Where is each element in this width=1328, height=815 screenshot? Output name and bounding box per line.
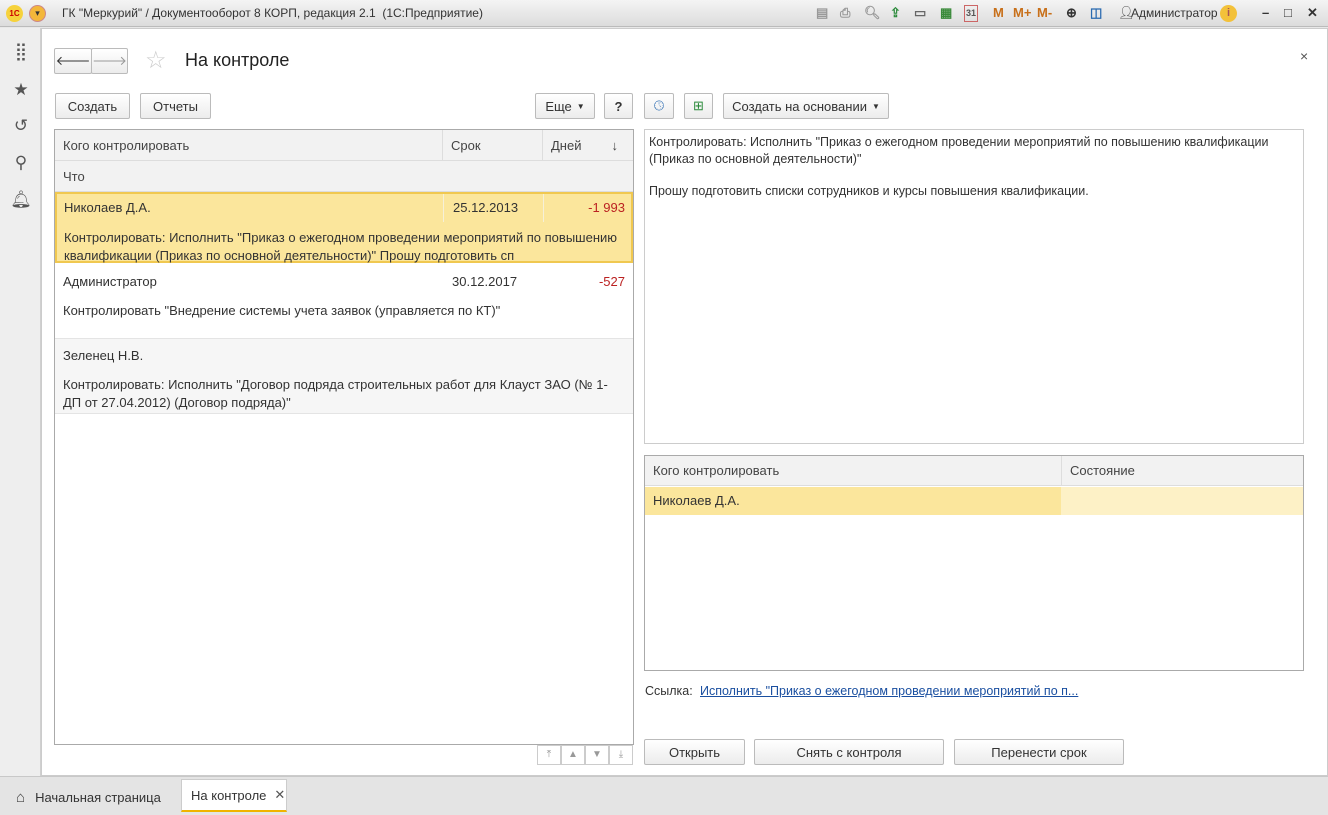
row-who: Администратор: [63, 274, 157, 289]
row-deadline: 30.12.2017: [452, 274, 518, 289]
scroll-bottom-icon[interactable]: ⤓: [609, 745, 633, 765]
dropdown-arrow-icon: ▼: [576, 101, 585, 111]
scroll-down-icon[interactable]: ▼: [585, 745, 609, 765]
table-row[interactable]: Зеленец Н.В. Контролировать: Исполнить "…: [55, 339, 633, 414]
add-linked-button[interactable]: ⊞: [684, 93, 713, 119]
column-header-deadline[interactable]: Срок: [443, 130, 543, 161]
main-menu-icon[interactable]: ▾: [29, 5, 46, 22]
tab-on-control[interactable]: На контроле ✕: [181, 779, 287, 812]
detail-text-2: Прошу подготовить списки сотрудников и к…: [649, 184, 1089, 198]
search-icon[interactable]: ⚲: [10, 153, 32, 175]
minimize-icon[interactable]: –: [1262, 5, 1269, 22]
row-what: Контролировать "Внедрение системы учета …: [63, 303, 501, 318]
user-name[interactable]: Администратор: [1131, 6, 1218, 20]
row-days: -1 993: [588, 200, 625, 215]
more-button[interactable]: Еще ▼: [535, 93, 595, 119]
link-label: Ссылка:: [645, 684, 693, 698]
scroll-up-icon[interactable]: ▲: [561, 745, 585, 765]
row-what: Контролировать: Исполнить "Договор подря…: [63, 377, 608, 410]
postpone-button[interactable]: Перенести срок: [954, 739, 1124, 765]
row-who: Николаев Д.А.: [645, 487, 1061, 515]
column-header-state[interactable]: Состояние: [1062, 456, 1303, 486]
tab-home[interactable]: ⌂ Начальная страница: [8, 783, 169, 811]
close-form-icon[interactable]: ×: [1300, 48, 1308, 64]
calendar-icon[interactable]: 31: [964, 5, 978, 22]
detail-text-area[interactable]: Контролировать: Исполнить "Приказ о ежег…: [644, 129, 1304, 444]
more-label: Еще: [545, 98, 572, 114]
copy-link-icon[interactable]: ▭: [914, 5, 926, 22]
memory-plus-button[interactable]: M+: [1013, 5, 1031, 22]
row-who: Зеленец Н.В.: [63, 348, 144, 363]
create-based-on-button[interactable]: Создать на основании ▼: [723, 93, 889, 119]
help-button[interactable]: ?: [604, 93, 633, 119]
table-row[interactable]: Николаев Д.А.: [645, 487, 1303, 515]
notifications-bell-icon[interactable]: 🔔︎: [10, 190, 32, 212]
save-icon[interactable]: ▤: [816, 5, 828, 22]
row-days: -527: [598, 274, 625, 289]
favorite-star-icon[interactable]: ☆: [145, 46, 167, 75]
table-row[interactable]: Николаев Д.А. 25.12.2013 -1 993 Контроли…: [55, 192, 633, 263]
reports-button[interactable]: Отчеты: [140, 93, 211, 119]
print-icon[interactable]: ⎙: [840, 5, 850, 22]
row-what: Контролировать: Исполнить "Приказ о ежег…: [64, 230, 618, 263]
days-label: Дней: [551, 137, 582, 153]
close-window-icon[interactable]: ✕: [1307, 5, 1318, 22]
tab-on-control-label: На контроле: [191, 787, 267, 803]
create-button[interactable]: Создать: [55, 93, 130, 119]
controllers-table[interactable]: Кого контролировать Состояние Николаев Д…: [644, 455, 1304, 671]
close-tab-icon[interactable]: ✕: [274, 787, 285, 803]
tab-bar: ⌂ Начальная страница На контроле ✕: [0, 776, 1328, 815]
panels-icon[interactable]: ◫: [1090, 5, 1102, 22]
history-icon[interactable]: ↺: [10, 116, 32, 138]
link-icon[interactable]: ⇪: [890, 5, 901, 22]
row-deadline: 25.12.2013: [453, 200, 519, 215]
remove-from-control-button[interactable]: Снять с контроля: [754, 739, 944, 765]
1c-logo-icon[interactable]: 1C: [6, 5, 23, 22]
sidebar: ⣿ ★ ↺ ⚲ 🔔︎: [0, 28, 41, 776]
memory-button[interactable]: M: [993, 5, 1004, 22]
column-header-who[interactable]: Кого контролировать: [645, 456, 1062, 486]
column-header-who[interactable]: Кого контролировать: [55, 130, 443, 161]
document-link[interactable]: Исполнить "Приказ о ежегодном проведении…: [700, 684, 1078, 698]
open-button[interactable]: Открыть: [644, 739, 745, 765]
detail-text-1: Контролировать: Исполнить "Приказ о ежег…: [649, 135, 1269, 166]
forward-button[interactable]: 🡒: [91, 48, 128, 74]
home-icon: ⌂: [16, 788, 26, 806]
title-bar: 1C ▾ ГК "Меркурий" / Документооборот 8 К…: [0, 0, 1328, 27]
zoom-icon[interactable]: ⊕: [1066, 5, 1077, 22]
favorites-star-icon[interactable]: ★: [10, 80, 32, 102]
column-header-what[interactable]: Что: [55, 161, 633, 192]
dropdown-arrow-icon: ▼: [871, 101, 880, 111]
history-button[interactable]: 🕓︎: [644, 93, 674, 119]
tab-home-label: Начальная страница: [35, 789, 161, 805]
scroll-buttons: ⤒ ▲ ▼ ⤓: [537, 745, 633, 765]
back-button[interactable]: 🡐: [54, 48, 92, 74]
apps-grid-icon[interactable]: ⣿: [10, 42, 32, 64]
memory-minus-button[interactable]: M-: [1037, 5, 1052, 22]
create-based-label: Создать на основании: [732, 98, 867, 114]
sort-arrow-icon: ↓: [611, 137, 618, 153]
scroll-top-icon[interactable]: ⤒: [537, 745, 561, 765]
column-header-days[interactable]: Дней ↓: [543, 130, 633, 161]
info-icon[interactable]: i: [1220, 5, 1237, 22]
calculator-icon[interactable]: ▦: [940, 5, 952, 22]
maximize-icon[interactable]: □: [1284, 5, 1292, 22]
preview-icon[interactable]: 🔍︎: [864, 5, 881, 22]
row-who: Николаев Д.А.: [64, 200, 151, 215]
page-title: На контроле: [185, 50, 290, 70]
table-row[interactable]: Администратор 30.12.2017 -527 Контролиро…: [55, 263, 633, 339]
window-title: ГК "Меркурий" / Документооборот 8 КОРП, …: [62, 6, 483, 20]
control-list-table[interactable]: Кого контролировать Срок Дней ↓ Что Никол…: [54, 129, 634, 745]
